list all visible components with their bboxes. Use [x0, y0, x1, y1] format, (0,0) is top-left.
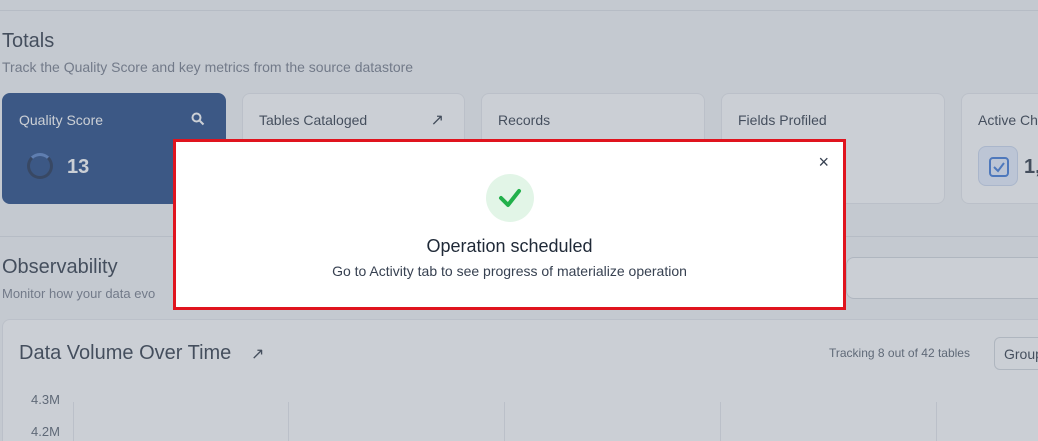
close-icon[interactable]: ×: [818, 152, 829, 173]
modal-message: Go to Activity tab to see progress of ma…: [332, 263, 687, 279]
checkmark-icon: [486, 174, 534, 222]
modal-title: Operation scheduled: [426, 236, 593, 256]
operation-scheduled-dialog: × Operation scheduled Go to Activity tab…: [173, 139, 846, 310]
